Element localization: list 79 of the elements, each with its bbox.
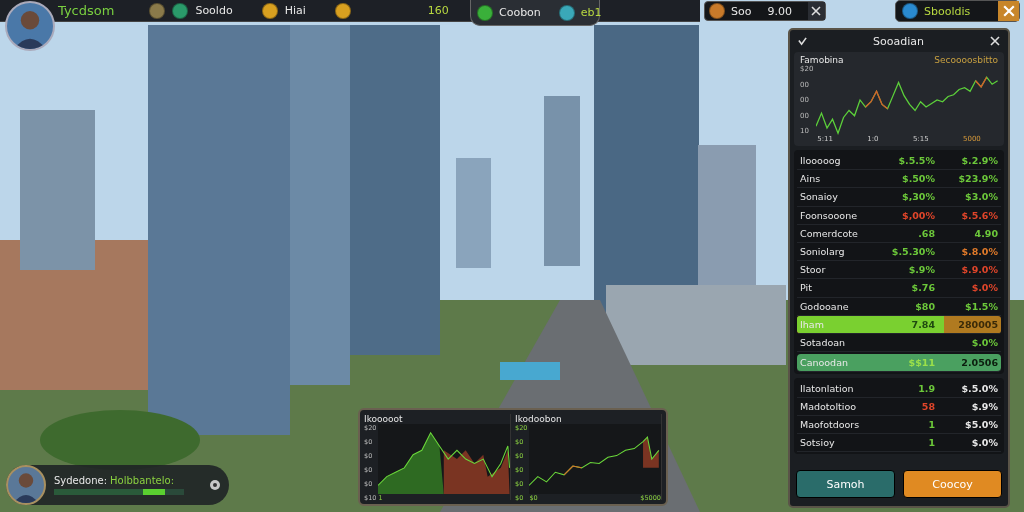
close-icon[interactable]	[990, 36, 1000, 46]
stock-value: 2.0506	[961, 357, 998, 369]
stat-change: 1.9	[918, 383, 935, 395]
cookie-icon	[709, 3, 725, 19]
stat-change: 1	[928, 437, 935, 449]
stock-change: $.50%	[902, 173, 935, 185]
stock-name: Ains	[800, 173, 822, 185]
stock-name: Sotadoan	[800, 336, 847, 348]
chart-title: Ikodoobon	[515, 414, 563, 424]
stock-change: 7.84	[911, 318, 935, 330]
stock-value: $.0%	[971, 336, 998, 348]
coin-icon[interactable]	[261, 2, 278, 19]
chart-title: Ikooooot	[364, 414, 404, 424]
coin-icon[interactable]	[172, 2, 189, 19]
stock-value: $.0%	[971, 282, 998, 294]
stat-value: $.5.0%	[961, 383, 998, 395]
stock-name: Sonaioy	[800, 191, 839, 203]
stock-value: 280005	[958, 318, 998, 330]
stock-value: $3.0%	[965, 191, 998, 203]
stock-name: Canoodan	[800, 357, 849, 369]
stock-change: $80	[915, 300, 935, 312]
coin-icon[interactable]	[558, 4, 575, 21]
stat-name: Madotoltioo	[800, 401, 858, 413]
stock-change: $$11	[908, 357, 935, 369]
stock-change: $,00%	[902, 209, 935, 221]
close-icon	[811, 6, 822, 16]
close-button[interactable]	[807, 2, 825, 20]
search-button[interactable]: Samoh	[796, 470, 895, 498]
coin-value: 9.00	[767, 4, 792, 18]
coin-icon[interactable]	[477, 4, 493, 21]
player-label: Sydedone:	[54, 475, 108, 486]
gem-icon	[902, 3, 918, 19]
chart-title: Famobina	[800, 55, 844, 65]
stock-name: Ilooooog	[800, 155, 842, 167]
stock-change: $.5.5%	[898, 155, 935, 167]
resource-label: eb1	[580, 6, 602, 19]
avatar[interactable]	[6, 465, 46, 505]
stock-name: Soniolarg	[800, 246, 846, 258]
coin-label: Soo	[731, 4, 752, 18]
resource-label: Hiai	[284, 4, 306, 17]
resource-label: Sooldo	[195, 4, 233, 17]
coin-icon[interactable]	[149, 2, 166, 19]
stock-change: $.76	[911, 282, 935, 294]
stock-value: $.8.0%	[961, 246, 998, 258]
stat-value: $5.0%	[965, 419, 998, 431]
stat-name: Ilatonlation	[800, 383, 855, 395]
stock-change: $.9%	[908, 264, 935, 276]
stat-name: Maofotdoors	[800, 419, 861, 431]
chart-legend: Secoooosbitto	[934, 55, 998, 65]
gem-label: Sbooldis	[924, 4, 971, 18]
stock-value: 4.90	[974, 227, 998, 239]
stock-name: Comerdcote	[800, 227, 859, 239]
resource-label: Coobon	[499, 6, 541, 19]
stat-value: $.9%	[971, 401, 998, 413]
game-title: Tycdsom	[58, 3, 115, 18]
stock-value: $.9.0%	[961, 264, 998, 276]
stock-name: Iham	[800, 318, 825, 330]
highlight-row[interactable]: Canoodan $$11 2.0506	[797, 354, 1001, 373]
resource-count: 160	[427, 4, 449, 17]
stock-name: Foonsooone	[800, 209, 859, 221]
stock-change: .68	[918, 227, 935, 239]
player-name: Holbbantelo:	[110, 475, 174, 486]
panel-title: Sooadian	[873, 34, 924, 48]
stat-value: $.0%	[971, 437, 998, 449]
stock-value: $.5.6%	[961, 209, 998, 221]
stat-change: 1	[928, 419, 935, 431]
stat-name: Sotsioy	[800, 437, 836, 449]
stock-value: $1.5%	[965, 300, 998, 312]
stock-name: Pit	[800, 282, 813, 294]
stock-name: Godooane	[800, 300, 850, 312]
close-icon	[1002, 5, 1015, 17]
coin-icon[interactable]	[334, 2, 351, 19]
stock-value: $23.9%	[958, 173, 998, 185]
stock-value: $.2.9%	[961, 155, 998, 167]
stat-change: 58	[921, 401, 935, 413]
check-icon[interactable]	[798, 36, 807, 46]
stock-change: $,30%	[902, 191, 935, 203]
stock-change: $.5.30%	[891, 246, 935, 258]
stock-name: Stoor	[800, 264, 827, 276]
